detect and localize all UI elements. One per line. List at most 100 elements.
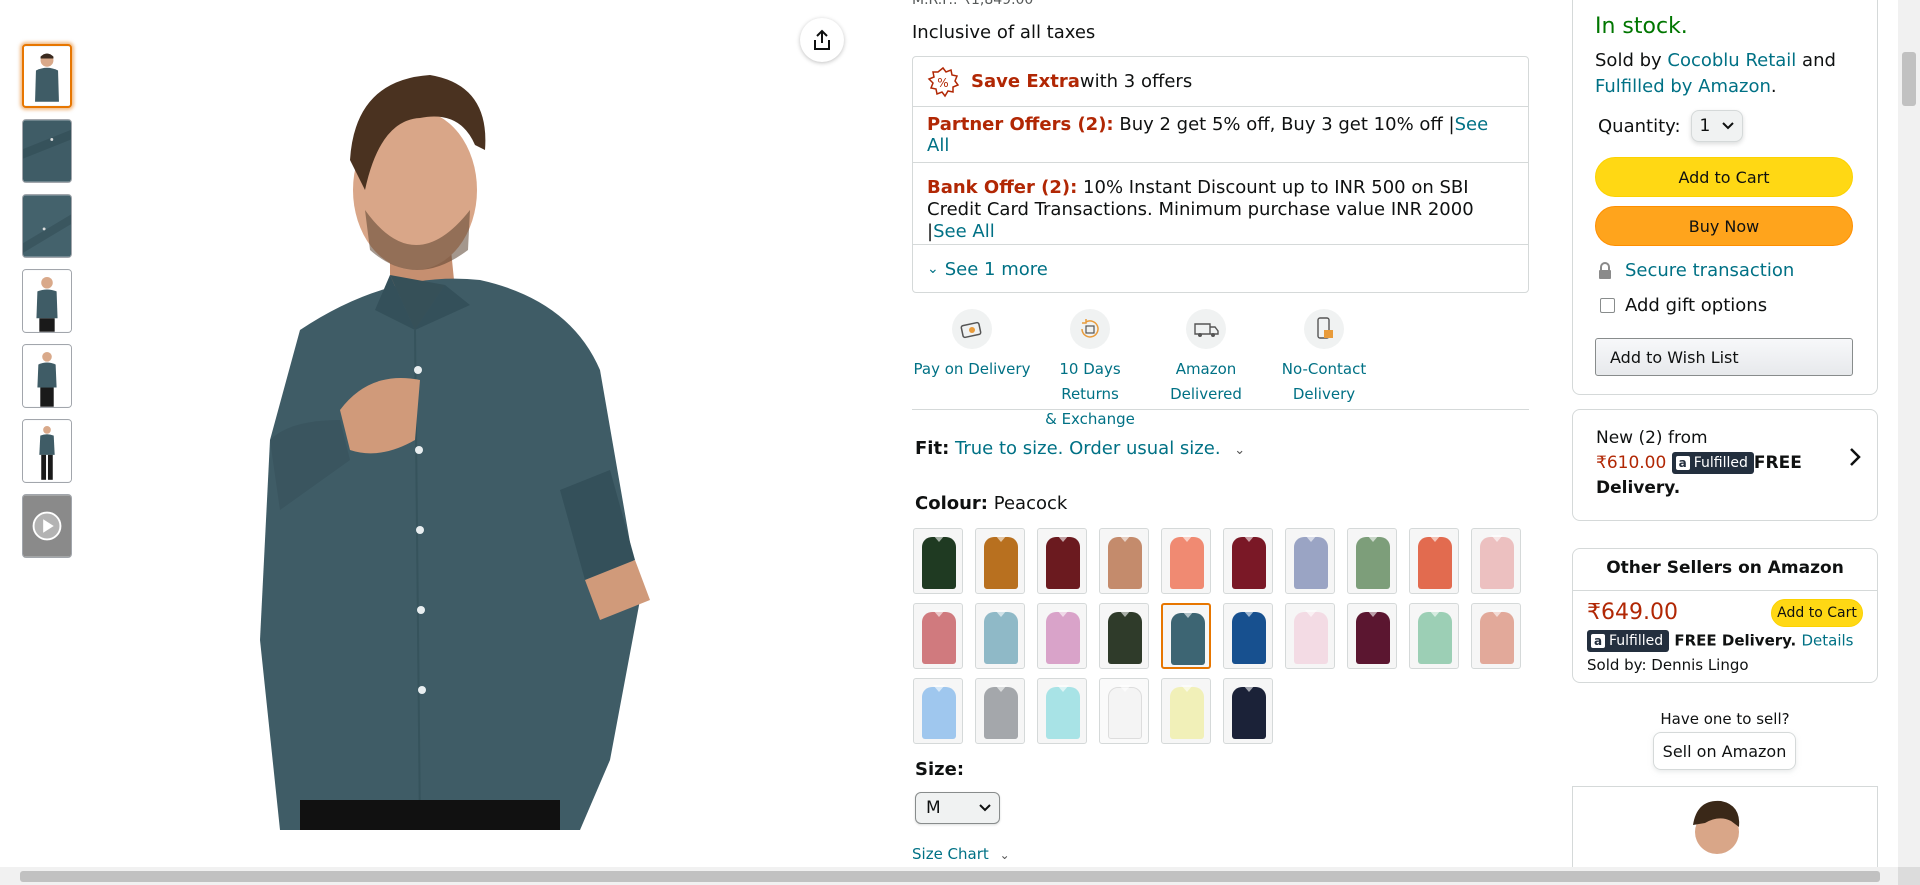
add-to-wish-list-button[interactable]: Add to Wish List — [1595, 338, 1853, 376]
offers-box: % Save Extra with 3 offers Partner Offer… — [912, 56, 1529, 293]
fulfilled-badge-text: Fulfilled — [1693, 454, 1748, 471]
colour-swatch[interactable] — [1471, 528, 1521, 594]
share-button[interactable] — [800, 18, 844, 62]
see-more-offers[interactable]: ⌄ See 1 more — [913, 245, 1528, 293]
colour-swatch[interactable] — [1037, 528, 1087, 594]
colour-swatch[interactable] — [913, 678, 963, 744]
colour-swatch[interactable] — [1223, 678, 1273, 744]
colour-swatch[interactable] — [1161, 603, 1211, 669]
thumbnail-video[interactable] — [22, 494, 72, 558]
colour-swatch[interactable] — [1099, 603, 1149, 669]
shirt-swatch-image — [922, 612, 956, 664]
partner-offer-row[interactable]: Partner Offers (2): Buy 2 get 5% off, Bu… — [913, 107, 1528, 163]
colour-swatch[interactable] — [1347, 603, 1397, 669]
colour-swatch[interactable] — [1409, 528, 1459, 594]
vertical-scrollbar-thumb[interactable] — [1902, 52, 1916, 106]
colour-swatch[interactable] — [1223, 603, 1273, 669]
colour-swatch[interactable] — [1099, 678, 1149, 744]
fulfilled-badge: a Fulfilled — [1671, 452, 1754, 474]
size-dropdown[interactable]: M — [915, 792, 1000, 824]
amazon-delivered-icon — [1194, 323, 1219, 337]
gift-options[interactable]: Add gift options — [1600, 295, 1767, 316]
seller-link[interactable]: Cocoblu Retail — [1667, 50, 1796, 71]
quantity-value: 1 — [1699, 116, 1711, 136]
shirt-swatch-image — [984, 687, 1018, 739]
secure-transaction[interactable]: Secure transaction — [1597, 260, 1794, 281]
colour-swatch[interactable] — [975, 603, 1025, 669]
feature-pay-on-delivery[interactable]: Pay on Delivery — [912, 305, 1032, 382]
feature-amazon-delivered[interactable]: Amazon Delivered — [1146, 305, 1266, 407]
chevron-down-icon: ⌄ — [999, 848, 1010, 862]
colour-swatch[interactable] — [1409, 603, 1459, 669]
thumbnail-3[interactable] — [22, 194, 72, 258]
offers-header-rest: with 3 offers — [1079, 71, 1193, 92]
buy-now-button[interactable]: Buy Now — [1595, 206, 1853, 246]
colour-swatch[interactable] — [1285, 528, 1335, 594]
colour-swatch[interactable] — [1347, 528, 1397, 594]
other-seller-delivery: FREE Delivery. — [1669, 631, 1802, 650]
size-value: M — [926, 798, 941, 818]
fulfilled-by-amazon-link[interactable]: Fulfilled by Amazon — [1595, 76, 1771, 97]
bank-see-all-link[interactable]: See All — [933, 221, 995, 242]
no-contact-icon — [1317, 317, 1333, 339]
gift-label: Add gift options — [1625, 295, 1768, 316]
shirt-swatch-image — [1232, 612, 1266, 664]
feature-label-2: Delivered — [1170, 385, 1242, 403]
add-to-cart-button[interactable]: Add to Cart — [1595, 157, 1853, 197]
colour-swatch[interactable] — [1471, 603, 1521, 669]
colour-swatch[interactable] — [1223, 528, 1273, 594]
colour-swatch[interactable] — [1161, 528, 1211, 594]
colour-swatch[interactable] — [1037, 603, 1087, 669]
shirt-swatch-image — [1108, 612, 1142, 664]
colour-swatch[interactable] — [975, 528, 1025, 594]
chevron-down-icon: ⌄ — [1234, 443, 1246, 458]
returns-icon — [1081, 319, 1099, 338]
sell-on-amazon-button[interactable]: Sell on Amazon — [1653, 732, 1796, 770]
colour-swatch[interactable] — [913, 528, 963, 594]
main-product-image[interactable] — [240, 40, 760, 831]
size-chart-link[interactable]: Size Chart ⌄ — [912, 845, 1010, 863]
fit-info[interactable]: Fit: True to size. Order usual size. ⌄ — [915, 438, 1245, 459]
thumbnail-strip — [22, 44, 72, 569]
shirt-swatch-image — [1046, 687, 1080, 739]
horizontal-scrollbar-thumb[interactable] — [20, 871, 1880, 882]
thumbnail-6[interactable] — [22, 419, 72, 483]
colour-swatch[interactable] — [1161, 678, 1211, 744]
feature-returns[interactable]: 10 Days Returns & Exchange — [1030, 305, 1150, 432]
sold-by-prefix: Sold by — [1595, 50, 1668, 71]
chevron-right-icon[interactable] — [1848, 446, 1862, 474]
shirt-swatch-image — [1356, 612, 1390, 664]
thumbnail-5[interactable] — [22, 344, 72, 408]
quantity-row: Quantity: 1 — [1598, 110, 1743, 142]
colour-swatch[interactable] — [1099, 528, 1149, 594]
colour-swatch[interactable] — [1037, 678, 1087, 744]
fulfilled-badge: a Fulfilled — [1587, 630, 1670, 652]
other-seller-add-to-cart-button[interactable]: Add to Cart — [1771, 599, 1863, 627]
quantity-label: Quantity: — [1598, 115, 1681, 137]
shirt-swatch-image — [984, 612, 1018, 664]
colour-swatch[interactable] — [913, 603, 963, 669]
shirt-swatch-image — [1418, 537, 1452, 589]
quantity-dropdown[interactable]: 1 — [1690, 110, 1743, 142]
divider — [1573, 590, 1877, 591]
colour-swatch[interactable] — [975, 678, 1025, 744]
shirt-swatch-image — [1294, 537, 1328, 589]
bank-offer-row[interactable]: Bank Offer (2): 10% Instant Discount up … — [913, 163, 1528, 245]
feature-no-contact[interactable]: No-Contact Delivery — [1264, 305, 1384, 407]
chevron-down-icon: ⌄ — [927, 261, 939, 277]
shirt-swatch-image — [1046, 537, 1080, 589]
shirt-swatch-image — [1170, 687, 1204, 739]
vertical-scrollbar[interactable] — [1898, 0, 1920, 867]
shirt-swatch-image — [1171, 613, 1205, 665]
colour-swatch[interactable] — [1285, 603, 1335, 669]
thumbnail-2[interactable] — [22, 119, 72, 183]
feature-label: Amazon — [1175, 360, 1237, 378]
shirt-swatch-image — [1480, 537, 1514, 589]
thumbnail-4[interactable] — [22, 269, 72, 333]
gift-checkbox[interactable] — [1600, 298, 1615, 313]
lock-icon — [1599, 261, 1611, 279]
thumbnail-1[interactable] — [22, 44, 72, 108]
other-sellers-title: Other Sellers on Amazon — [1606, 558, 1844, 578]
other-seller-fulfillment: a Fulfilled FREE Delivery. Details — [1587, 630, 1853, 652]
details-link[interactable]: Details — [1801, 632, 1853, 650]
